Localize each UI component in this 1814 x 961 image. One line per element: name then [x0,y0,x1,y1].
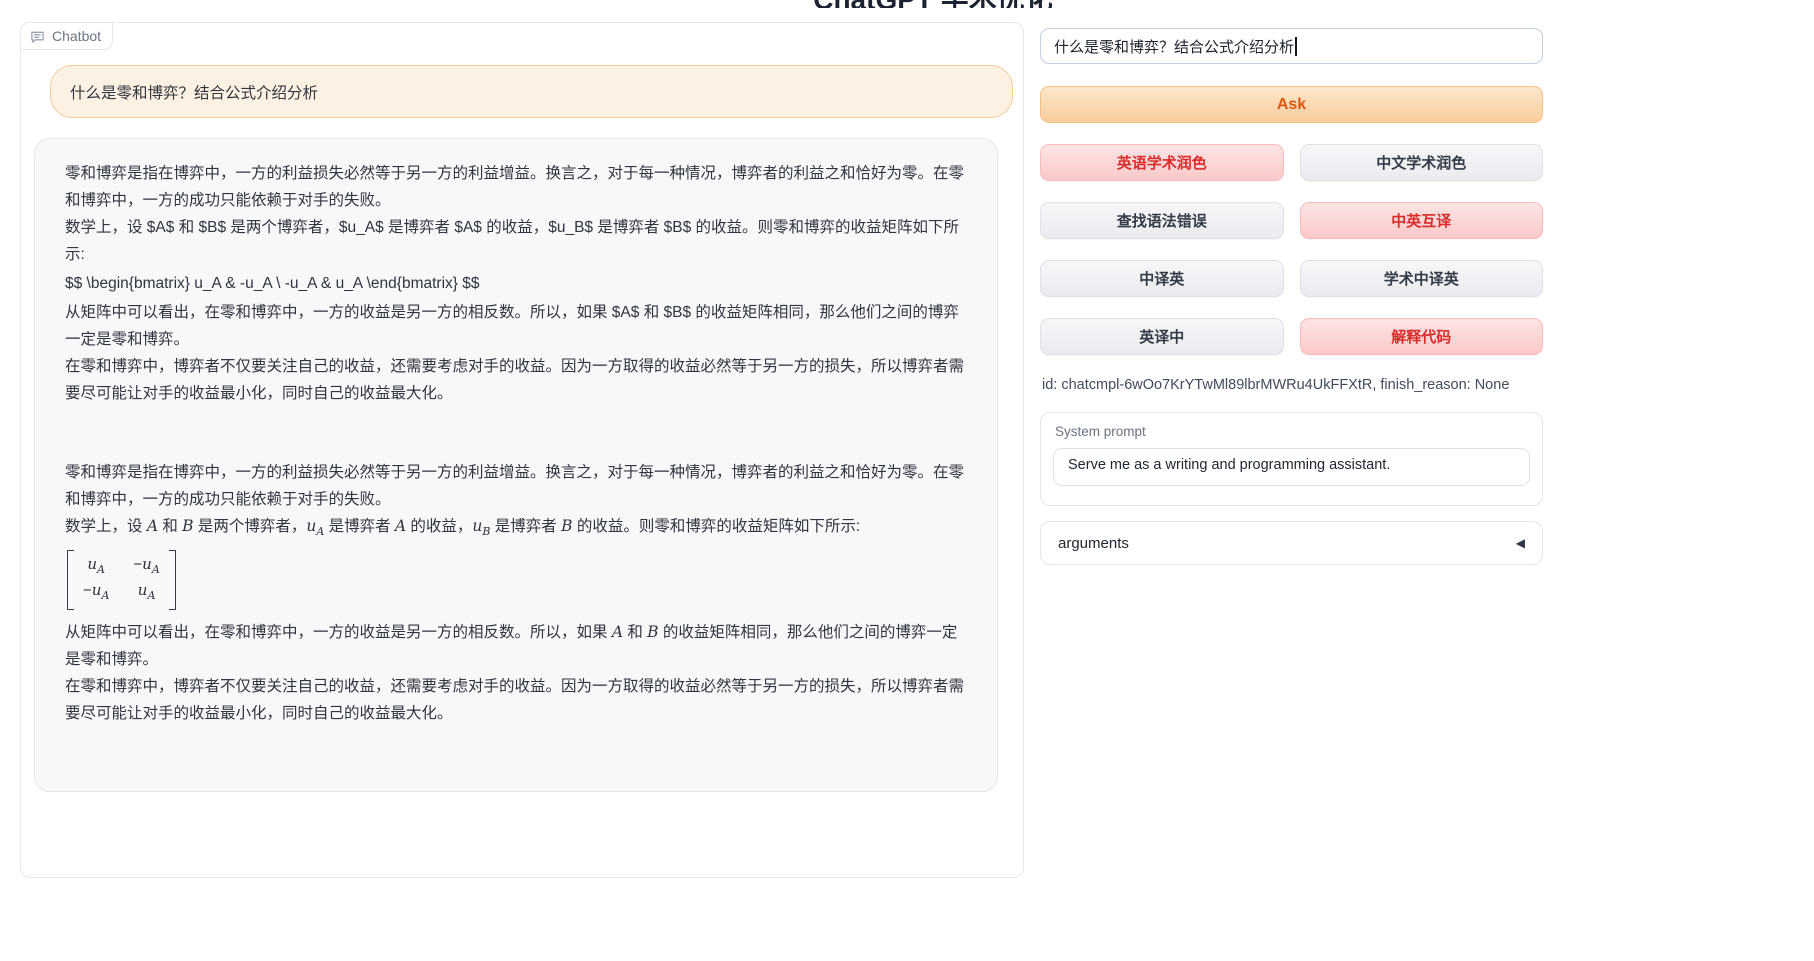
payoff-matrix: uA−uA−uAuA [65,545,967,619]
function-button[interactable]: 英语学术润色 [1040,144,1284,181]
function-button-grid: 英语学术润色中文学术润色查找语法错误中英互译中译英学术中译英英译中解释代码 [1040,144,1543,355]
bot-paragraph: 在零和博弈中，博弈者不仅要关注自己的收益，还需要考虑对手的收益。因为一方取得的收… [65,673,967,727]
bot-paragraph: 从矩阵中可以看出，在零和博弈中，一方的收益是另一方的相反数。所以，如果 $A$ … [65,299,967,353]
bot-paragraph: 零和博弈是指在博弈中，一方的利益损失必然等于另一方的利益增益。换言之，对于每一种… [65,459,967,513]
bot-latex-source: $$ \begin{bmatrix} u_A & -u_A \ -u_A & u… [65,270,967,297]
app-window: ChatGPT 学术优化 什么是零和博弈？结合公式介绍分析 零和博弈是指在博弈中… [0,0,1814,961]
function-button[interactable]: 中英互译 [1300,202,1544,239]
bot-paragraph: 数学上，设 $A$ 和 $B$ 是两个博弈者，$u_A$ 是博弈者 $A$ 的收… [65,214,967,268]
page-title-clipped: ChatGPT 学术优化 [760,0,1106,8]
ask-button-label: Ask [1277,96,1306,114]
bot-paragraph: 在零和博弈中，博弈者不仅要关注自己的收益，还需要考虑对手的收益。因为一方取得的收… [65,353,967,407]
system-prompt-label: System prompt [1055,424,1530,439]
chat-bubble-icon [30,29,45,44]
bot-paragraph-math: 数学上，设 A 和 B 是两个博弈者，uA 是博弈者 A 的收益，uB 是博弈者… [65,513,967,545]
paragraph-gap [65,407,967,459]
user-message-bubble: 什么是零和博弈？结合公式介绍分析 [50,65,1013,118]
question-input-value: 什么是零和博弈？结合公式介绍分析 [1054,36,1294,57]
bot-paragraph-math: 从矩阵中可以看出，在零和博弈中，一方的收益是另一方的相反数。所以，如果 A 和 … [65,619,967,673]
function-button[interactable]: 中文学术润色 [1300,144,1544,181]
function-button[interactable]: 查找语法错误 [1040,202,1284,239]
chatbot-panel: 什么是零和博弈？结合公式介绍分析 零和博弈是指在博弈中，一方的利益损失必然等于另… [20,22,1024,878]
arguments-accordion-label: arguments [1058,535,1129,552]
user-message-text: 什么是零和博弈？结合公式介绍分析 [70,81,318,103]
matrix-left-bracket [67,550,74,610]
bot-paragraph: 零和博弈是指在博弈中，一方的利益损失必然等于另一方的利益增益。换言之，对于每一种… [65,160,967,214]
function-button[interactable]: 中译英 [1040,260,1284,297]
function-button[interactable]: 解释代码 [1300,318,1544,355]
status-text: id: chatcmpl-6wOo7KrYTwMl89lbrMWRu4UkFFX… [1042,377,1545,393]
function-button[interactable]: 英译中 [1040,318,1284,355]
matrix-right-bracket [169,550,176,610]
chatbot-label: Chatbot [21,23,113,50]
bot-message-bubble: 零和博弈是指在博弈中，一方的利益损失必然等于另一方的利益增益。换言之，对于每一种… [34,138,998,792]
arguments-accordion[interactable]: arguments ◀ [1040,521,1543,565]
system-prompt-card: System prompt Serve me as a writing and … [1040,412,1543,506]
system-prompt-input[interactable]: Serve me as a writing and programming as… [1053,448,1530,486]
chatbot-label-text: Chatbot [52,28,101,44]
function-button[interactable]: 学术中译英 [1300,260,1544,297]
text-caret [1295,37,1297,56]
matrix-cells: uA−uA−uAuA [74,550,169,610]
question-input[interactable]: 什么是零和博弈？结合公式介绍分析 [1040,28,1543,64]
ask-button[interactable]: Ask [1040,86,1543,123]
collapse-triangle-icon: ◀ [1516,536,1525,550]
